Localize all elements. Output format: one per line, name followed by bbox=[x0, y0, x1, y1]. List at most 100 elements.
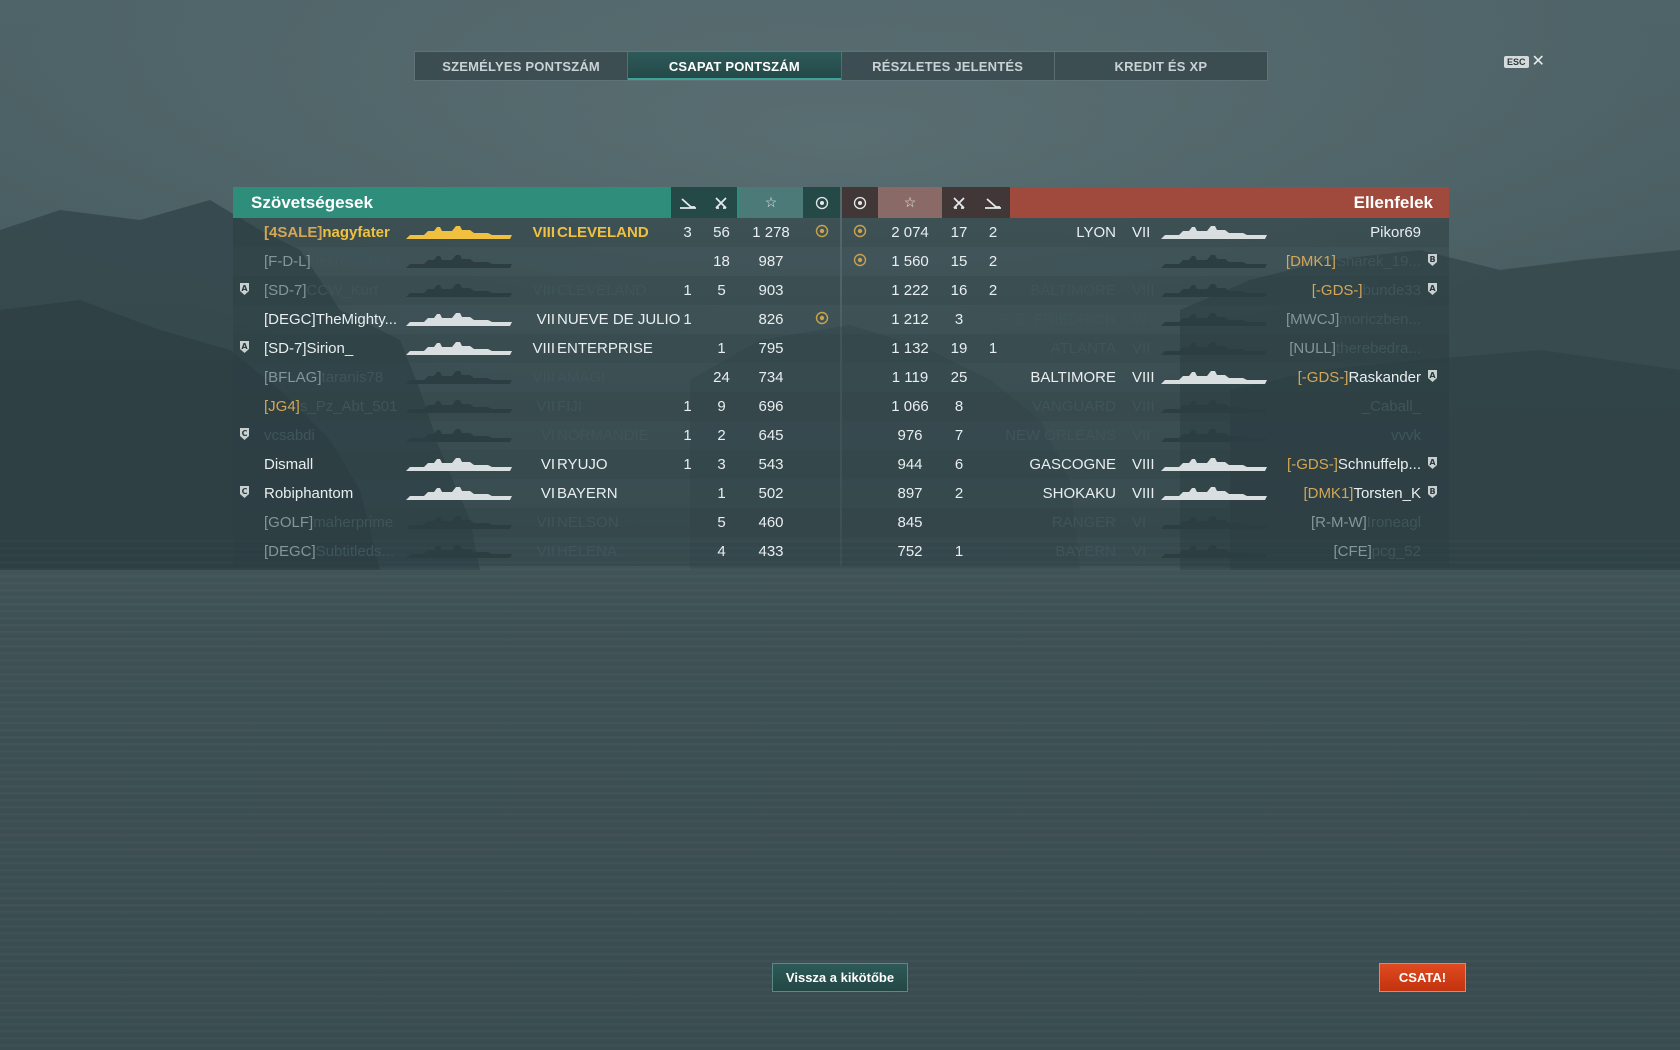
player-nickname: Ironeagl bbox=[1366, 514, 1421, 531]
player-row[interactable]: 752 1 BAYERN VI [CFE]pcg_52 bbox=[842, 537, 1449, 566]
tab-personal-score[interactable]: SZEMÉLYES PONTSZÁM bbox=[415, 52, 629, 80]
base-xp-score: 502 bbox=[758, 485, 784, 502]
player-name[interactable]: Robiphantom bbox=[264, 485, 353, 502]
ship-name: NUEVE DE JULIO bbox=[557, 311, 681, 328]
player-name[interactable]: [GOLF]maherprime bbox=[264, 514, 393, 531]
player-row[interactable]: [DEGC]TheMighty... VII NUEVE DE JULIO 1 826 bbox=[233, 305, 840, 334]
planes-destroyed: 3 bbox=[683, 224, 692, 241]
close-button[interactable]: ESC ✕ bbox=[1504, 54, 1545, 70]
player-row[interactable]: 897 2 SHOKAKU VIII [DMK1]Torsten_K B bbox=[842, 479, 1449, 508]
player-name[interactable]: [BFLAG]taranis78 bbox=[264, 369, 383, 386]
player-row[interactable]: [GOLF]maherprime VII NELSON 5 460 bbox=[233, 508, 840, 537]
tab-team-score[interactable]: CSAPAT PONTSZÁM bbox=[628, 52, 842, 80]
base-xp-score: 897 bbox=[897, 485, 923, 502]
player-row[interactable]: [BFLAG]taranis78 VIII AMAGI 24 734 bbox=[233, 363, 840, 392]
ship-tier: VII bbox=[1132, 224, 1151, 241]
player-row[interactable]: 1 212 3 P. E. FRIEDRICH VI [MWCJ]moriczben..… bbox=[842, 305, 1449, 334]
damage-kills: 8 bbox=[954, 398, 964, 415]
player-row[interactable]: 845 RANGER VI [R-M-W]Ironeagl bbox=[842, 508, 1449, 537]
ship-silhouette-icon bbox=[1159, 340, 1269, 358]
base-xp-score: 826 bbox=[758, 311, 784, 328]
player-name[interactable]: [DEGC]TheMighty... bbox=[264, 311, 397, 328]
player-nickname: Raskander bbox=[1348, 369, 1421, 386]
ship-name: BALTIMORE bbox=[1030, 282, 1116, 299]
svg-text:B: B bbox=[1429, 255, 1435, 264]
ship-name: CLEVELAND bbox=[557, 224, 649, 241]
player-row[interactable]: [F-D-L]nekromanta VIII N. CAROLINA 18 987 bbox=[233, 247, 840, 276]
clan-tag: [-GDS-] bbox=[1297, 369, 1349, 386]
player-name[interactable]: _Caball_ bbox=[1362, 398, 1421, 415]
ship-silhouette-icon bbox=[1159, 369, 1269, 387]
player-name[interactable]: vvvk bbox=[1391, 427, 1421, 444]
player-name[interactable]: [CFE]pcg_52 bbox=[1333, 543, 1421, 560]
allies-rows: [4SALE]nagyfater VIII CLEVELAND 3 56 1 278 [F-… bbox=[233, 218, 840, 566]
player-row[interactable]: 2 074 17 2 LYON VII Pikor69 bbox=[842, 218, 1449, 247]
player-row[interactable]: 1 066 8 VANGUARD VIII _Caball_ bbox=[842, 392, 1449, 421]
player-row[interactable]: 944 6 GASCOGNE VIII [-GDS-]Schnuffelp... A bbox=[842, 450, 1449, 479]
player-name[interactable]: [SD-7]CCW_Kurt bbox=[264, 282, 378, 299]
player-row[interactable]: C Robiphantom VI BAYERN 1 502 bbox=[233, 479, 840, 508]
player-name[interactable]: [R-M-W]Ironeagl bbox=[1311, 514, 1421, 531]
clan-tag: [NULL] bbox=[1289, 340, 1336, 357]
ship-tier: VIII bbox=[532, 282, 555, 299]
player-name[interactable]: [F-D-L]nekromanta bbox=[264, 253, 390, 270]
player-name[interactable]: Dismall bbox=[264, 456, 313, 473]
player-row[interactable]: [JG4]s_Pz_Abt_501 VII FIJI 1 9 696 bbox=[233, 392, 840, 421]
player-row[interactable]: [4SALE]nagyfater VIII CLEVELAND 3 56 1 278 bbox=[233, 218, 840, 247]
player-name[interactable]: [JG4]s_Pz_Abt_501 bbox=[264, 398, 397, 415]
ship-tier: VII bbox=[536, 311, 555, 328]
battle-button[interactable]: CSATA! bbox=[1379, 963, 1466, 992]
medal-icon bbox=[853, 224, 867, 238]
player-name[interactable]: [4SALE]nagyfater bbox=[264, 224, 390, 241]
player-row[interactable]: A [SD-7]CCW_Kurt VIII CLEVELAND 1 5 903 bbox=[233, 276, 840, 305]
player-row[interactable]: Dismall VI RYUJO 1 3 543 bbox=[233, 450, 840, 479]
ship-tier: VII bbox=[536, 514, 555, 531]
ship-silhouette-icon bbox=[1159, 485, 1269, 503]
player-name[interactable]: [DMK1]Sharek_19... bbox=[1286, 253, 1421, 270]
damage-kills: 3 bbox=[954, 311, 964, 328]
player-row[interactable]: A [SD-7]Sirion_ VIII ENTERPRISE 1 795 bbox=[233, 334, 840, 363]
player-row[interactable]: [DEGC]Subtitleds... VII HELENA 4 433 bbox=[233, 537, 840, 566]
base-xp-score: 1 066 bbox=[891, 398, 929, 415]
player-name[interactable]: [SD-7]Sirion_ bbox=[264, 340, 353, 357]
ship-silhouette-icon bbox=[404, 369, 514, 387]
tab-credits-xp[interactable]: KREDIT ÉS XP bbox=[1055, 52, 1267, 80]
division-badge-icon: A bbox=[239, 282, 250, 296]
ship-name: GASCOGNE bbox=[1029, 456, 1116, 473]
allies-title: Szövetségesek bbox=[251, 193, 373, 212]
player-name[interactable]: [DEGC]Subtitleds... bbox=[264, 543, 394, 560]
enemies-panel: Ellenfelek ☆ 2 074 17 2 LYON VII Pikor69 1 560… bbox=[842, 187, 1449, 567]
back-to-port-button[interactable]: Vissza a kikötőbe bbox=[772, 963, 908, 992]
ship-tier: VIII bbox=[1132, 369, 1155, 386]
ship-tier: VIII bbox=[1132, 282, 1155, 299]
clan-tag: [JG4] bbox=[264, 398, 300, 415]
player-name[interactable]: [DMK1]Torsten_K bbox=[1303, 485, 1421, 502]
player-row[interactable]: 1 132 19 1 ATLANTA VII [NULL]therebedra... bbox=[842, 334, 1449, 363]
base-xp-score: 976 bbox=[897, 427, 923, 444]
division-badge-icon: A bbox=[1427, 282, 1438, 296]
player-row[interactable]: 1 222 16 2 BALTIMORE VIII [-GDS-]bunde33 A bbox=[842, 276, 1449, 305]
damage-kills: 25 bbox=[950, 369, 968, 386]
ship-name: RANGER bbox=[1051, 514, 1116, 531]
player-name[interactable]: [NULL]therebedra... bbox=[1289, 340, 1421, 357]
damage-kills: 17 bbox=[950, 224, 968, 241]
ship-tier: VII bbox=[1132, 340, 1151, 357]
player-row[interactable]: 1 560 15 2 BELFAST VII [DMK1]Sharek_19... B bbox=[842, 247, 1449, 276]
player-name[interactable]: [-GDS-]bunde33 bbox=[1312, 282, 1421, 299]
ship-name: ATLANTA bbox=[1050, 340, 1116, 357]
base-xp-score: 1 132 bbox=[891, 340, 929, 357]
clan-tag: [DMK1] bbox=[1303, 485, 1354, 502]
player-name[interactable]: Pikor69 bbox=[1370, 224, 1421, 241]
player-name[interactable]: [MWCJ]moriczben... bbox=[1286, 311, 1421, 328]
player-row[interactable]: 976 7 NEW ORLEANS VII vvvk bbox=[842, 421, 1449, 450]
player-row[interactable]: 1 119 25 BALTIMORE VIII [-GDS-]Raskander A bbox=[842, 363, 1449, 392]
player-name[interactable]: [-GDS-]Raskander bbox=[1298, 369, 1421, 386]
star-icon: ☆ bbox=[878, 187, 942, 218]
ship-silhouette-icon bbox=[1159, 543, 1269, 561]
player-name[interactable]: vcsabdi bbox=[264, 427, 315, 444]
ship-tier: VIII bbox=[532, 224, 555, 241]
player-name[interactable]: [-GDS-]Schnuffelp... bbox=[1287, 456, 1421, 473]
tab-detailed-report[interactable]: RÉSZLETES JELENTÉS bbox=[842, 52, 1055, 80]
medal-icon bbox=[815, 224, 829, 238]
player-row[interactable]: Cvcsabdi VI NORMANDIE 1 2 645 bbox=[233, 421, 840, 450]
